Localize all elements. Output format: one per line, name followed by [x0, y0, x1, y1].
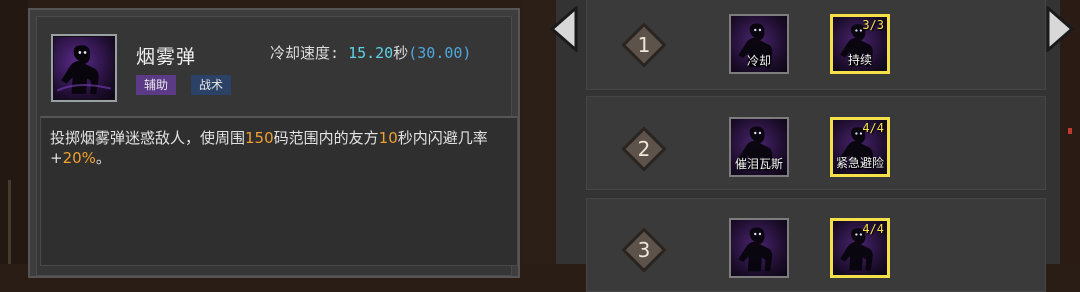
arrow-right-icon[interactable] [1044, 6, 1076, 52]
tag-tactic: 战术 [191, 75, 232, 95]
node-rank: 3/3 [862, 18, 884, 32]
frame-rail [8, 180, 11, 264]
desc-text-2: 码范围内的友方 [273, 129, 379, 147]
skill-description: 投掷烟雾弹迷惑敌人，使周围150码范围内的友方10秒内闪避几率+20%。 [50, 128, 500, 168]
tier-number-1: 1 [637, 33, 651, 57]
cooldown-readout: 冷却速度: 15.20秒(30.00) [270, 42, 471, 63]
node-label: 紧急避险 [835, 156, 884, 170]
node-label: 催泪瓦斯 [734, 157, 783, 171]
desc-duration-value: 10 [378, 129, 398, 147]
frame-marker [1068, 128, 1072, 134]
figure-silhouette-icon [738, 227, 773, 272]
node-label: 冷却 [746, 54, 771, 68]
frame-left [0, 0, 28, 264]
desc-text-4: 。 [95, 149, 111, 167]
upgrade-node-cooldown[interactable]: 冷却 [729, 14, 789, 74]
upgrade-node-tear-gas[interactable]: 催泪瓦斯 [729, 117, 789, 177]
cooldown-label: 冷却速度: [270, 44, 340, 62]
node-rank: 4/4 [862, 121, 884, 135]
desc-text-1: 投掷烟雾弹迷惑敌人，使周围 [50, 129, 246, 147]
cooldown-base: (30.00) [408, 44, 472, 62]
tier-number-2: 2 [637, 137, 651, 161]
cooldown-unit: 秒 [393, 44, 409, 62]
skill-name: 烟雾弹 [136, 46, 197, 68]
node-label: 持续 [847, 53, 872, 67]
upgrade-node-tier3-a[interactable] [729, 218, 789, 278]
skill-portrait-icon [51, 34, 117, 102]
node-rank: 4/4 [862, 222, 884, 236]
figure-silhouette-icon [56, 45, 112, 94]
upgrade-node-tier3-b[interactable]: 4/4 [830, 218, 890, 278]
upgrade-node-emergency-evade[interactable]: 4/4 紧急避险 [830, 117, 890, 177]
desc-dodge-value: 20% [62, 149, 96, 167]
tag-support: 辅助 [136, 75, 177, 95]
upgrade-node-duration[interactable]: 3/3 持续 [830, 14, 890, 74]
tier-number-3: 3 [637, 238, 651, 262]
desc-range-value: 150 [245, 129, 274, 147]
cooldown-value: 15.20 [348, 44, 394, 62]
arrow-left-icon[interactable] [548, 6, 580, 52]
